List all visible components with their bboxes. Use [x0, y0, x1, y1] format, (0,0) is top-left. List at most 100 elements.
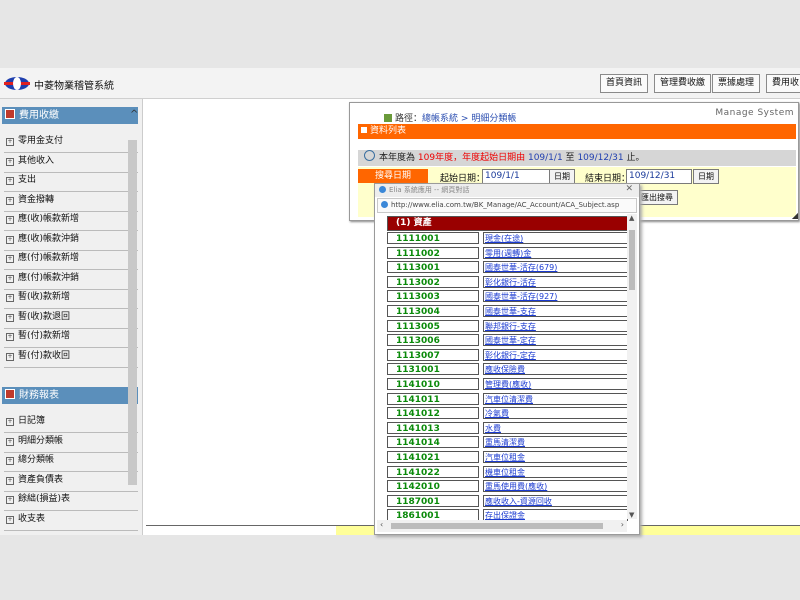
table-row: 1142010 重馬使用費(應收)	[387, 479, 628, 494]
sidebar-item-general-ledger[interactable]: + 總分類帳	[4, 452, 138, 472]
start-date-input[interactable]: 109/1/1	[482, 169, 550, 184]
sidebar-item-other-income[interactable]: + 其他收入	[4, 153, 138, 173]
sidebar-item-expense[interactable]: + 支出	[4, 172, 138, 192]
resize-grip-icon[interactable]: ◢	[792, 211, 798, 220]
account-code: 1141014	[387, 436, 479, 449]
table-row: 1141013 水費	[387, 421, 628, 436]
nav-home-button[interactable]: 首頁資訊	[600, 74, 649, 93]
nav-expense-button[interactable]: 費用收	[766, 74, 800, 93]
table-row: 1113004 國泰世華-支存	[387, 304, 628, 319]
account-name-link[interactable]: 水費	[483, 421, 628, 434]
plus-icon: +	[6, 516, 14, 524]
account-name-link[interactable]: 現金(在途)	[483, 232, 628, 244]
account-code: 1141012	[387, 407, 479, 420]
account-code: 1141022	[387, 465, 479, 478]
sidebar-item-temp-receipt-return[interactable]: + 暫(收)款退回	[4, 309, 138, 329]
account-code: 1187001	[387, 494, 479, 507]
account-name-link[interactable]: 應收保險費	[483, 363, 628, 376]
section-toggle-icon	[5, 109, 15, 119]
end-date-picker-button[interactable]: 日期	[693, 169, 719, 184]
ie-icon	[379, 186, 386, 193]
scroll-thumb[interactable]	[391, 523, 603, 529]
account-name-link[interactable]: 彰化銀行-定存	[483, 348, 628, 361]
end-date-input[interactable]: 109/12/31	[626, 169, 692, 184]
account-name-link[interactable]: 零用(週轉)金	[483, 246, 628, 259]
ie-icon	[381, 201, 388, 208]
sidebar-item-cash-statement[interactable]: + 收支表	[4, 511, 138, 531]
scroll-down-icon[interactable]: ▼	[629, 511, 634, 519]
account-code: 1111001	[387, 232, 479, 244]
nav-fee-button[interactable]: 管理費收繳	[654, 74, 712, 93]
table-row: 1113003 國泰世華-活存(927)	[387, 289, 628, 304]
sidebar-section-reports[interactable]: 財務報表	[2, 387, 138, 404]
sidebar-item-temp-payment-recover[interactable]: + 暫(付)款收回	[4, 348, 138, 368]
table-row: 1111002 零用(週轉)金	[387, 246, 628, 261]
sidebar-item-fund-transfer[interactable]: + 資金撥轉	[4, 192, 138, 212]
account-name-link[interactable]: 機車位租金	[483, 465, 628, 478]
export-search-button[interactable]: 匯出搜尋	[636, 190, 678, 205]
account-name-link[interactable]: 國泰世華-活存(927)	[483, 290, 628, 303]
sidebar-item-ap-writeoff[interactable]: + 應(付)帳款沖銷	[4, 270, 138, 290]
scroll-left-icon[interactable]: ‹	[380, 520, 383, 529]
table-row: 1141021 汽車位租金	[387, 450, 628, 465]
start-date-picker-button[interactable]: 日期	[549, 169, 575, 184]
account-code: 1141011	[387, 392, 479, 405]
sidebar-item-ap-add[interactable]: + 應(付)帳款新增	[4, 250, 138, 270]
account-name-link[interactable]: 國泰世華-活存(679)	[483, 261, 628, 274]
account-name-link[interactable]: 國泰世華-支存	[483, 304, 628, 317]
scroll-up-icon[interactable]: ▲	[629, 214, 634, 222]
account-name-link[interactable]: 彰化銀行-活存	[483, 275, 628, 288]
account-code: 1141013	[387, 421, 479, 434]
sidebar-item-petty-cash[interactable]: + 零用金支付	[4, 133, 138, 153]
account-code: 1113007	[387, 348, 479, 361]
sidebar-item-temp-payment-add[interactable]: + 暫(付)款新增	[4, 328, 138, 348]
account-name-link[interactable]: 國泰世華-定存	[483, 334, 628, 347]
popup-url-bar: http://www.elia.com.tw/BK_Manage/AC_Acco…	[377, 198, 637, 213]
plus-icon: +	[6, 353, 14, 361]
table-row: 1113007 彰化銀行-定存	[387, 348, 628, 363]
plus-icon: +	[6, 333, 14, 341]
account-name-link[interactable]: 重馬清潔費	[483, 436, 628, 449]
account-table: (1) 資產 1111001 現金(在途) 1111002 零用(週轉)金 1113…	[387, 216, 628, 523]
table-row: 1131001 應收保險費	[387, 362, 628, 377]
sidebar-item-journal[interactable]: + 日記簿	[4, 413, 138, 433]
sidebar-item-ar-add[interactable]: + 應(收)帳款新增	[4, 211, 138, 231]
sidebar-item-balance-sheet[interactable]: + 資產負債表	[4, 472, 138, 492]
table-row: 1187001 應收收入-資源回收	[387, 494, 628, 509]
breadcrumb-parent-link[interactable]: 總帳系統	[422, 114, 458, 124]
sidebar-item-ar-writeoff[interactable]: + 應(收)帳款沖銷	[4, 231, 138, 251]
account-name-link[interactable]: 重馬使用費(應收)	[483, 480, 628, 493]
manage-system-label: Manage System	[715, 108, 794, 118]
account-name-link[interactable]: 管理費(應收)	[483, 377, 628, 390]
scroll-thumb[interactable]	[629, 230, 635, 290]
sidebar-item-subsidiary-ledger[interactable]: + 明細分類帳	[4, 433, 138, 453]
account-name-link[interactable]: 汽車位租金	[483, 450, 628, 463]
sidebar-item-temp-receipt-add[interactable]: + 暫(收)款新增	[4, 289, 138, 309]
popup-vertical-scrollbar[interactable]: ▲ ▼	[627, 214, 637, 519]
close-icon[interactable]: ✕	[625, 184, 633, 194]
account-code: 1142010	[387, 480, 479, 493]
account-code: 1113006	[387, 334, 479, 347]
popup-horizontal-scrollbar[interactable]: ‹ ›	[377, 520, 627, 532]
account-name-link[interactable]: 冷氣費	[483, 407, 628, 420]
account-name-link[interactable]: 應收收入-資源回收	[483, 494, 628, 507]
sidebar-scrollbar[interactable]	[128, 140, 137, 485]
account-name-link[interactable]: 聯邦銀行-支存	[483, 319, 628, 332]
company-logo-icon	[4, 77, 30, 90]
plus-icon: +	[6, 236, 14, 244]
account-code: 1141021	[387, 450, 479, 463]
sidebar-item-income-statement[interactable]: + 餘絀(損益)表	[4, 491, 138, 511]
sidebar-section-fees[interactable]: 費用收繳	[2, 107, 138, 124]
account-code: 1113002	[387, 275, 479, 288]
breadcrumb: 路徑：總帳系統 > 明細分類帳	[384, 111, 516, 124]
table-row: 1141012 冷氣費	[387, 406, 628, 421]
scroll-up-arrow-icon[interactable]: ^	[130, 109, 138, 120]
account-name-link[interactable]: 汽車位清潔費	[483, 392, 628, 405]
table-row: 1141014 重馬清潔費	[387, 435, 628, 450]
account-code: 1113005	[387, 319, 479, 332]
search-date-label: 搜尋日期	[358, 169, 428, 183]
scroll-right-icon[interactable]: ›	[621, 520, 624, 529]
top-bar: 中菱物業稽管系統 首頁資訊 管理費收繳 票據處理 費用收	[0, 68, 800, 99]
plus-icon: +	[6, 158, 14, 166]
nav-bill-button[interactable]: 票據處理	[712, 74, 761, 93]
